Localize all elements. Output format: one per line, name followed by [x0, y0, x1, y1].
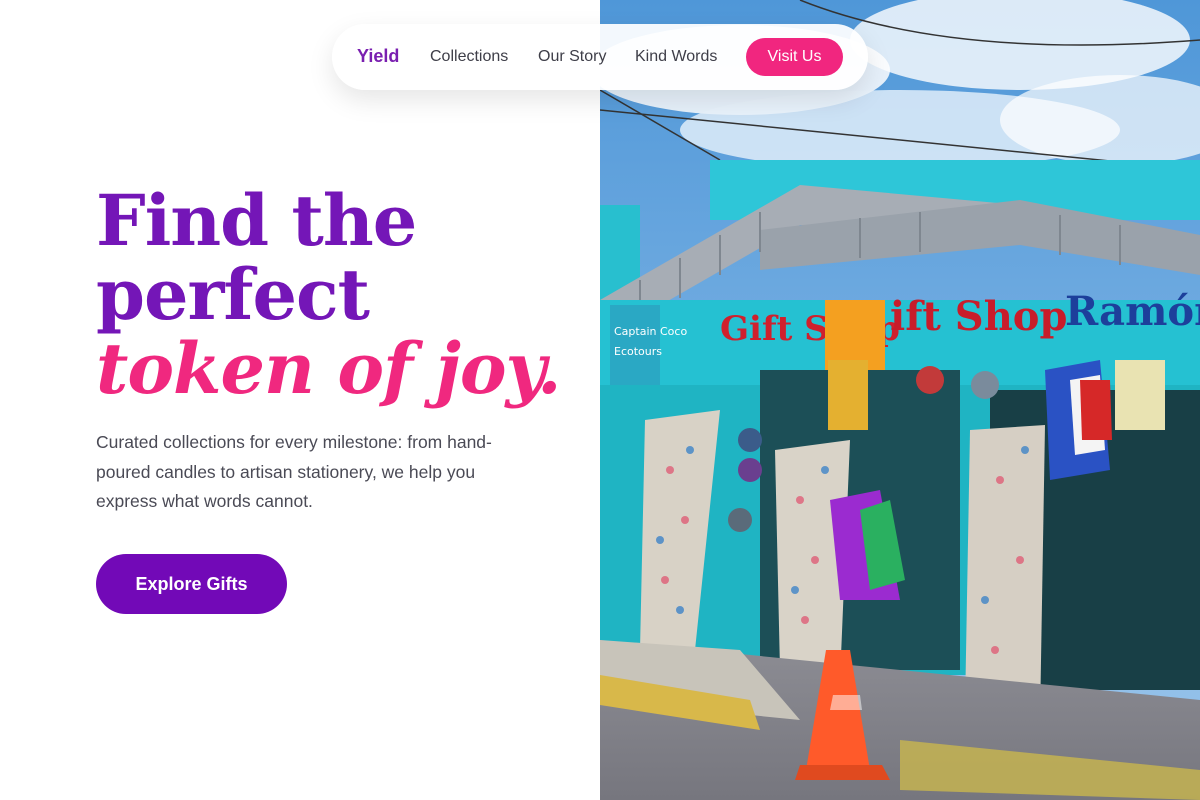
svg-text:ift Shop: ift Shop: [890, 293, 1067, 340]
svg-text:Ecotours: Ecotours: [614, 345, 662, 358]
svg-text:Ramón: Ramón: [1065, 288, 1200, 335]
nav-link-kind-words[interactable]: Kind Words: [635, 48, 717, 66]
visit-us-button[interactable]: Visit Us: [746, 38, 843, 76]
nav-link-our-story[interactable]: Our Story: [538, 48, 606, 66]
headline-accent: token of joy.: [96, 327, 562, 410]
hero-headline: Find the perfect token of joy.: [96, 184, 576, 406]
explore-gifts-button[interactable]: Explore Gifts: [96, 554, 287, 614]
hero-image: Gift Shop ift Shop Ramón Captain Coco Ec…: [600, 0, 1200, 800]
headline-line-2: perfect: [96, 253, 370, 336]
brand-logo[interactable]: Yield: [357, 46, 399, 67]
nav-link-collections[interactable]: Collections: [430, 48, 508, 66]
svg-text:Captain Coco: Captain Coco: [614, 325, 687, 338]
headline-line-1: Find the: [96, 179, 417, 262]
hero-subtext: Curated collections for every milestone:…: [96, 432, 492, 511]
top-nav: Yield Collections Our Story Kind Words V…: [332, 24, 868, 90]
